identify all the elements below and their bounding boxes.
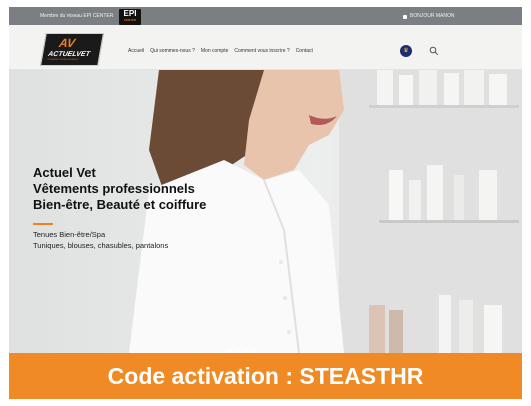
nav-item-mon-compte[interactable]: Mon compte <box>201 48 229 54</box>
orange-divider <box>33 223 53 225</box>
top-utility-bar: Membre du réseau EPI CENTER EPI CENTER B… <box>9 7 522 25</box>
cart-icon[interactable]: ♛ <box>400 45 412 57</box>
hero-subtitle-line-2: Tuniques, blouses, chasubles, pantalons <box>33 241 169 250</box>
nav-menu: Accueil Qui sommes-nous ? Mon compte Com… <box>128 48 313 54</box>
search-icon[interactable] <box>429 46 439 56</box>
nav-item-qui-sommes-nous[interactable]: Qui sommes-nous ? <box>150 48 195 54</box>
user-account-link[interactable]: BONJOUR MANON <box>403 13 454 19</box>
hero-title-line-1: Actuel Vet <box>33 165 96 180</box>
website-frame: Membre du réseau EPI CENTER EPI CENTER B… <box>9 7 522 353</box>
main-navigation: AV ACTUELVET VÊTEMENTS PROFESSIONNELS Ac… <box>9 25 522 70</box>
nav-item-comment-vous-inscrire[interactable]: Comment vous inscrire ? <box>234 48 289 54</box>
member-network-text: Membre du réseau EPI CENTER <box>40 13 114 19</box>
activation-code-banner: Code activation : STEASTHR <box>9 353 522 399</box>
hero-text-block: Actuel Vet Vêtements professionnels Bien… <box>33 165 206 251</box>
nav-item-accueil[interactable]: Accueil <box>128 48 144 54</box>
epi-center-logo[interactable]: EPI CENTER <box>119 9 141 25</box>
lock-icon <box>403 15 407 19</box>
user-greeting: BONJOUR MANON <box>410 13 455 19</box>
actuelvet-logo[interactable]: AV ACTUELVET VÊTEMENTS PROFESSIONNELS <box>40 33 104 66</box>
hero-title-line-2: Vêtements professionnels <box>33 181 195 196</box>
hero-title-line-3: Bien-être, Beauté et coiffure <box>33 197 207 212</box>
nav-item-contact[interactable]: Contact <box>296 48 313 54</box>
hero-slider: Actuel Vet Vêtements professionnels Bien… <box>9 70 522 353</box>
hero-subtitle-line-1: Tenues Bien-être/Spa <box>33 230 106 239</box>
